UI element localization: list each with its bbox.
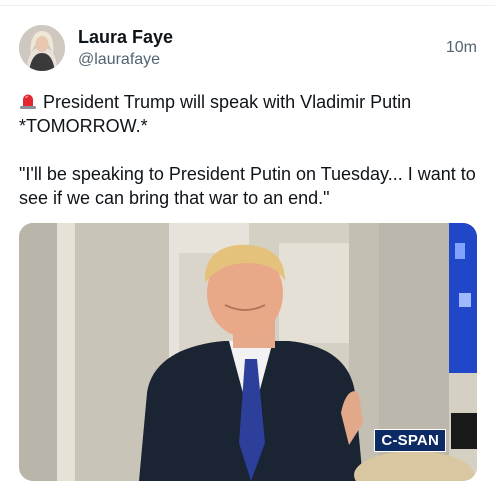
video-thumbnail[interactable]: C-SPAN [19, 223, 477, 481]
post-text-line2: *TOMORROW.* [19, 116, 148, 136]
rotating-light-icon [19, 92, 37, 110]
post-text: President Trump will speak with Vladimir… [19, 90, 481, 210]
post-text-quote: "I'll be speaking to President Putin on … [19, 164, 481, 208]
top-divider [0, 5, 495, 6]
cspan-watermark: C-SPAN [374, 429, 446, 452]
user-handle[interactable]: @laurafaye [78, 51, 160, 69]
post-text-line1: President Trump will speak with Vladimir… [43, 92, 412, 112]
display-name[interactable]: Laura Faye [78, 27, 173, 48]
timestamp[interactable]: 10m [446, 39, 477, 57]
avatar[interactable] [19, 25, 65, 71]
